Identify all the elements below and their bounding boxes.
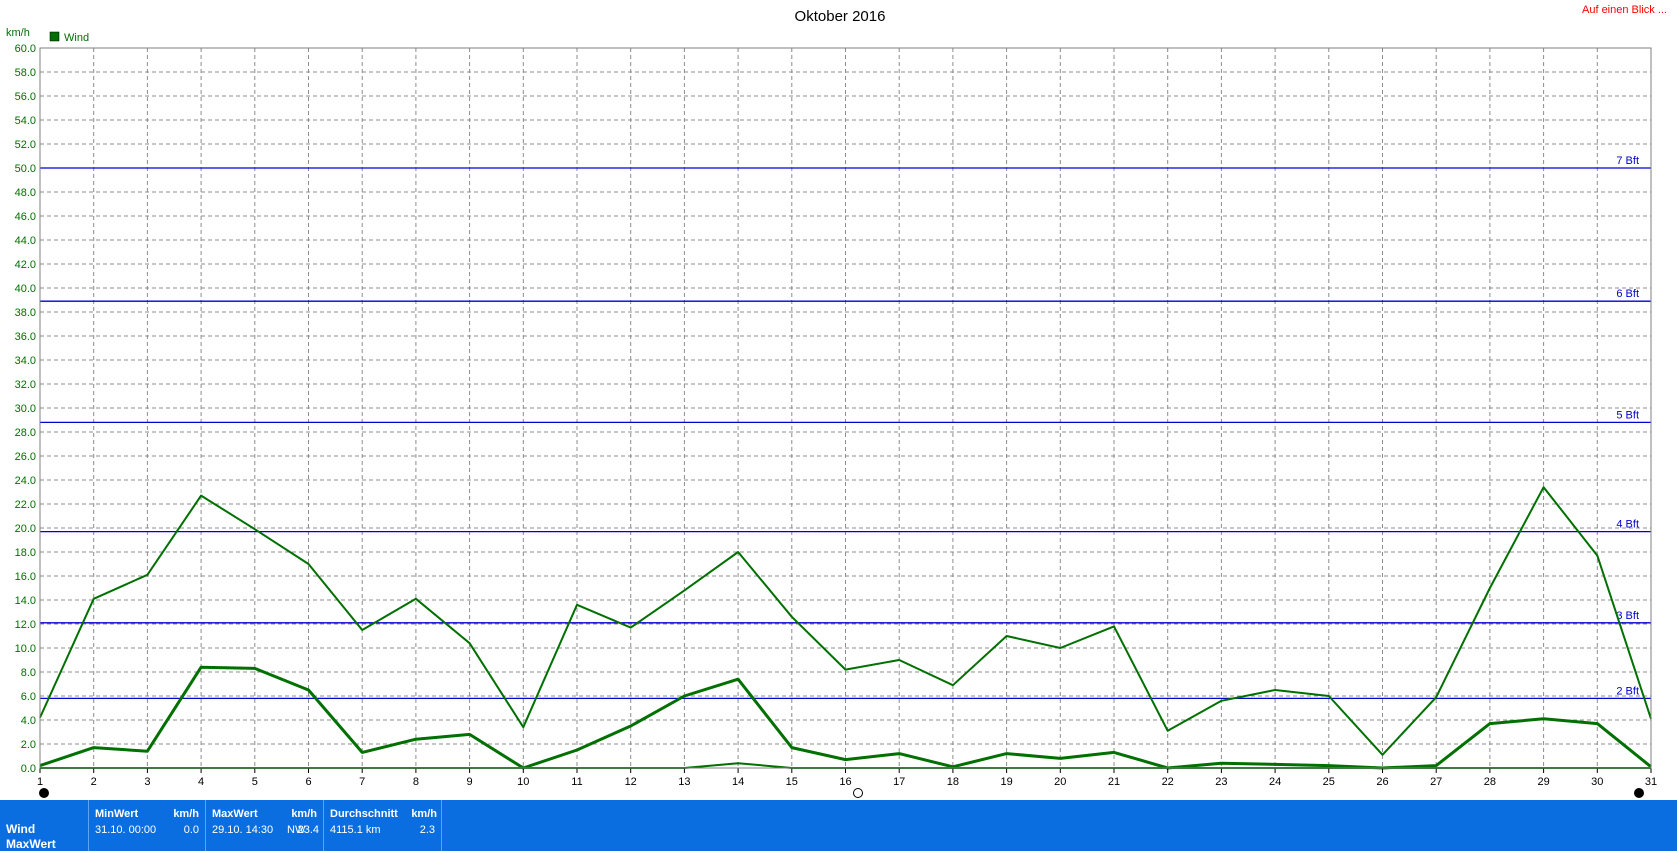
max-header: MaxWert — [212, 808, 258, 820]
min-value: 0.0 — [183, 824, 199, 836]
y-tick-label: 10.0 — [15, 643, 36, 655]
min-header: MinWert — [95, 808, 139, 820]
y-tick-label: 38.0 — [15, 307, 36, 319]
y-tick-label: 20.0 — [15, 523, 36, 535]
x-tick-label: 16 — [839, 776, 851, 788]
scroll-marker-start[interactable] — [39, 788, 49, 798]
x-tick-label: 7 — [359, 776, 365, 788]
stats-bar: Wind MaxWert MinWert km/h 31.10. 00:00 0… — [0, 800, 1677, 851]
y-tick-label: 52.0 — [15, 139, 36, 151]
x-tick-label: 23 — [1215, 776, 1227, 788]
avg-total: 4115.1 km — [330, 824, 381, 836]
row-label-maxwert: MaxWert — [6, 837, 56, 851]
legend-swatch-wind — [49, 31, 60, 42]
y-tick-label: 6.0 — [21, 691, 36, 703]
y-tick-label: 40.0 — [15, 283, 36, 295]
x-tick-label: 24 — [1269, 776, 1281, 788]
overview-link[interactable]: Auf einen Blick ... — [1582, 4, 1667, 16]
y-tick-label: 0.0 — [21, 763, 36, 775]
chart-title: Oktober 2016 — [795, 8, 886, 25]
y-tick-label: 18.0 — [15, 547, 36, 559]
x-tick-label: 31 — [1645, 776, 1657, 788]
max-unit: km/h — [291, 808, 317, 820]
avg-value: 2.3 — [419, 824, 435, 836]
max-value: 23.4 — [297, 824, 319, 836]
y-tick-label: 34.0 — [15, 355, 36, 367]
y-tick-label: 54.0 — [15, 115, 36, 127]
avg-unit: km/h — [411, 808, 437, 820]
scroll-marker-end[interactable] — [1634, 788, 1644, 798]
stats-row-labels: Wind MaxWert — [6, 822, 56, 852]
y-tick-label: 42.0 — [15, 259, 36, 271]
x-tick-label: 17 — [893, 776, 905, 788]
y-tick-label: 4.0 — [21, 715, 36, 727]
y-tick-label: 32.0 — [15, 379, 36, 391]
y-tick-label: 8.0 — [21, 667, 36, 679]
y-tick-label: 48.0 — [15, 187, 36, 199]
y-tick-label: 60.0 — [15, 43, 36, 55]
y-tick-label: 56.0 — [15, 91, 36, 103]
bft-label: 4 Bft — [1616, 519, 1639, 531]
x-tick-label: 2 — [91, 776, 97, 788]
y-tick-label: 26.0 — [15, 451, 36, 463]
y-tick-label: 36.0 — [15, 331, 36, 343]
x-tick-label: 3 — [144, 776, 150, 788]
y-tick-label: 2.0 — [21, 739, 36, 751]
y-tick-label: 12.0 — [15, 619, 36, 631]
x-tick-label: 12 — [625, 776, 637, 788]
y-tick-label: 24.0 — [15, 475, 36, 487]
bft-label: 7 Bft — [1616, 155, 1639, 167]
bft-label: 3 Bft — [1616, 610, 1639, 622]
y-tick-label: 44.0 — [15, 235, 36, 247]
x-tick-label: 18 — [947, 776, 959, 788]
x-tick-label: 10 — [517, 776, 529, 788]
min-unit: km/h — [173, 808, 199, 820]
y-tick-label: 22.0 — [15, 499, 36, 511]
x-tick-label: 5 — [252, 776, 258, 788]
y-tick-label: 50.0 — [15, 163, 36, 175]
y-tick-label: 30.0 — [15, 403, 36, 415]
x-tick-label: 4 — [198, 776, 204, 788]
series-line-avg — [39, 665, 1652, 770]
x-tick-label: 27 — [1430, 776, 1442, 788]
wind-chart: Oktober 2016 km/h Wind 2 Bft 3 Bft 4 Bft 5 … — [6, 8, 1657, 798]
avg-header: Durchschnitt — [330, 808, 398, 820]
x-tick-label: 22 — [1162, 776, 1174, 788]
y-axis-unit: km/h — [6, 27, 30, 39]
x-tick-label: 26 — [1376, 776, 1388, 788]
x-tick-label: 9 — [467, 776, 473, 788]
x-tick-label: 25 — [1323, 776, 1335, 788]
x-tick-label: 6 — [305, 776, 311, 788]
x-tick-label: 19 — [1000, 776, 1012, 788]
scroll-marker-middle[interactable] — [853, 788, 863, 798]
x-tick-label: 8 — [413, 776, 419, 788]
y-tick-label: 58.0 — [15, 67, 36, 79]
y-tick-label: 46.0 — [15, 211, 36, 223]
min-date: 31.10. 00:00 — [95, 824, 157, 836]
x-tick-label: 14 — [732, 776, 744, 788]
x-tick-label: 13 — [678, 776, 690, 788]
min-panel: MinWert km/h 31.10. 00:00 0.0 — [88, 800, 205, 851]
x-tick-label: 15 — [786, 776, 798, 788]
bft-label: 2 Bft — [1616, 685, 1639, 697]
max-date: 29.10. 14:30 — [212, 824, 274, 836]
x-tick-label: 1 — [37, 776, 43, 788]
x-tick-label: 28 — [1484, 776, 1496, 788]
y-tick-label: 14.0 — [15, 595, 36, 607]
bft-label: 5 Bft — [1616, 409, 1639, 421]
max-panel: MaxWert km/h 29.10. 14:30 NW 23.4 — [205, 800, 323, 851]
x-tick-label: 29 — [1537, 776, 1549, 788]
x-tick-label: 11 — [571, 776, 582, 788]
x-tick-label: 21 — [1108, 776, 1120, 788]
x-tick-label: 20 — [1054, 776, 1066, 788]
bft-label: 6 Bft — [1616, 288, 1639, 300]
legend-label-wind: Wind — [64, 32, 89, 44]
y-tick-label: 16.0 — [15, 571, 36, 583]
avg-panel: Durchschnitt km/h 4115.1 km 2.3 — [323, 800, 442, 851]
x-tick-label: 30 — [1591, 776, 1603, 788]
y-tick-label: 28.0 — [15, 427, 36, 439]
row-label-wind: Wind — [6, 822, 36, 836]
